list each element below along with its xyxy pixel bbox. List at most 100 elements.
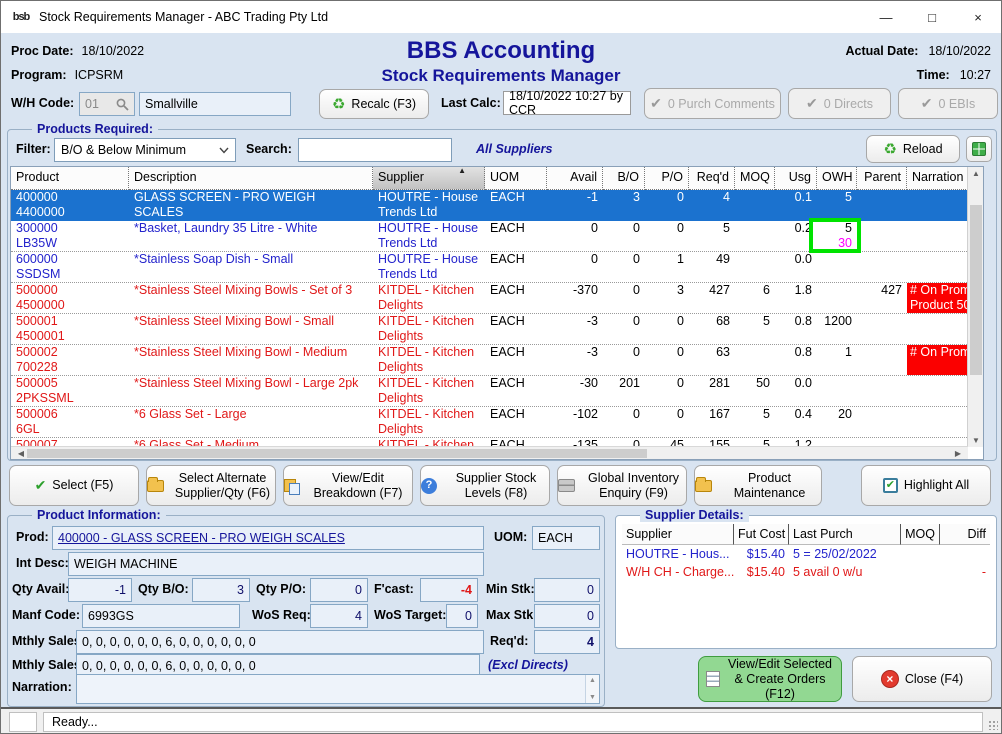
scroll-right-icon[interactable]: ▶ bbox=[950, 449, 966, 458]
mthly-sales-label-1: Mthly Sales: bbox=[12, 634, 85, 648]
reqd-cell: 5 bbox=[689, 221, 735, 251]
col-parent[interactable]: Parent bbox=[857, 167, 907, 190]
col-narration[interactable]: Narration bbox=[907, 167, 968, 190]
alt-supplier-button[interactable]: Select Alternate Supplier/Qty (F6) bbox=[146, 465, 276, 506]
bo-cell: 0 bbox=[603, 283, 645, 313]
highlight-all-button[interactable]: ✔ Highlight All bbox=[861, 465, 991, 506]
product-information-label: Product Information: bbox=[32, 508, 166, 522]
products-required-label: Products Required: bbox=[32, 122, 158, 136]
global-inventory-button[interactable]: Global Inventory Enquiry (F9) bbox=[557, 465, 687, 506]
scroll-down-icon[interactable]: ▼ bbox=[968, 436, 984, 445]
last-calc-label: Last Calc: bbox=[441, 96, 501, 110]
col-avail[interactable]: Avail bbox=[547, 167, 603, 190]
prod-link[interactable]: 400000 - GLASS SCREEN - PRO WEIGH SCALES bbox=[58, 531, 345, 545]
search-lookup-icon[interactable] bbox=[116, 98, 129, 111]
uom-cell: EACH bbox=[485, 314, 547, 344]
wh-code-field[interactable]: 01 bbox=[79, 92, 135, 116]
table-row[interactable]: 5000052PKSSML *Stainless Steel Mixing Bo… bbox=[11, 376, 983, 407]
scroll-down-icon[interactable]: ▼ bbox=[589, 694, 596, 701]
bo-cell: 0 bbox=[603, 314, 645, 344]
col-usg[interactable]: Usg bbox=[775, 167, 817, 190]
close-button[interactable]: × Close (F4) bbox=[852, 656, 992, 702]
filter-select[interactable]: B/O & Below Minimum bbox=[54, 138, 236, 162]
table-row[interactable]: 300000LB35W *Basket, Laundry 35 Litre - … bbox=[11, 221, 983, 252]
create-orders-label: View/Edit Selected & Create Orders (F12) bbox=[726, 657, 834, 702]
actual-date-label: Actual Date: bbox=[846, 39, 919, 63]
sd-supplier-cell: HOUTRE - Hous... bbox=[622, 545, 734, 563]
search-input[interactable] bbox=[298, 138, 452, 162]
horizontal-scrollbar[interactable]: ◀ ▶ bbox=[11, 446, 968, 459]
bo-cell: 0 bbox=[603, 345, 645, 375]
moq-cell bbox=[735, 221, 775, 251]
po-cell: 0 bbox=[645, 407, 689, 437]
col-po[interactable]: P/O bbox=[645, 167, 689, 190]
narration-scrollbar[interactable]: ▲ ▼ bbox=[585, 675, 599, 703]
export-excel-button[interactable] bbox=[966, 136, 992, 162]
col-bo[interactable]: B/O bbox=[603, 167, 645, 190]
table-row[interactable]: 5000014500001 *Stainless Steel Mixing Bo… bbox=[11, 314, 983, 345]
col-description[interactable]: Description bbox=[129, 167, 373, 190]
manf-code-field[interactable]: 6993GS bbox=[82, 604, 240, 628]
check-icon: ✔ bbox=[35, 478, 47, 493]
sd-diff-cell: - bbox=[940, 563, 990, 581]
owh-cell: 1 bbox=[817, 345, 857, 375]
narration-input[interactable]: ▲ ▼ bbox=[76, 674, 600, 704]
supplier-cell: HOUTRE - House Trends Ltd bbox=[373, 252, 485, 282]
prod-field[interactable]: 400000 - GLASS SCREEN - PRO WEIGH SCALES bbox=[52, 526, 484, 550]
app-window: { "window": { "title": "Stock Requiremen… bbox=[0, 0, 1002, 734]
minimize-button[interactable]: — bbox=[863, 1, 909, 33]
table-row[interactable]: 5000066GL *6 Glass Set - Large KITDEL - … bbox=[11, 407, 983, 438]
wos-target-field: 0 bbox=[446, 604, 478, 628]
ebis-button[interactable]: ✔ 0 EBIs bbox=[898, 88, 998, 119]
sd-col-diff: Diff bbox=[940, 524, 990, 545]
view-edit-breakdown-button[interactable]: View/Edit Breakdown (F7) bbox=[283, 465, 413, 506]
create-orders-button[interactable]: View/Edit Selected & Create Orders (F12) bbox=[698, 656, 842, 702]
scroll-up-icon[interactable]: ▲ bbox=[589, 677, 596, 684]
reload-button[interactable]: ♻ Reload bbox=[866, 135, 960, 163]
stop-x-icon: × bbox=[881, 670, 899, 688]
reqd-label: Req'd: bbox=[490, 634, 528, 648]
product-maintenance-label: Product Maintenance bbox=[718, 471, 821, 501]
maximize-button[interactable]: □ bbox=[909, 1, 955, 33]
col-owh[interactable]: OWH bbox=[817, 167, 857, 190]
parent-cell bbox=[857, 221, 907, 251]
supplier-stock-button[interactable]: ? Supplier Stock Levels (F8) bbox=[420, 465, 550, 506]
select-button[interactable]: ✔ Select (F5) bbox=[9, 465, 139, 506]
scroll-up-icon[interactable]: ▲ bbox=[968, 169, 984, 178]
usg-cell: 0.0 bbox=[775, 376, 817, 406]
int-desc-field[interactable]: WEIGH MACHINE bbox=[68, 552, 484, 576]
moq-cell: 6 bbox=[735, 283, 775, 313]
po-cell: 0 bbox=[645, 376, 689, 406]
product-maintenance-button[interactable]: Product Maintenance bbox=[694, 465, 822, 506]
table-row[interactable]: 4000004400000 GLASS SCREEN - PRO WEIGH S… bbox=[11, 190, 983, 221]
close-window-button[interactable]: × bbox=[955, 1, 1001, 33]
table-row[interactable]: 5000004500000 *Stainless Steel Mixing Bo… bbox=[11, 283, 983, 314]
table-row[interactable]: 500002700228 *Stainless Steel Mixing Bow… bbox=[11, 345, 983, 376]
recalc-button[interactable]: ♻ Recalc (F3) bbox=[319, 89, 429, 119]
supplier-row[interactable]: W/H CH - Charge... $15.40 5 avail 0 w/u … bbox=[622, 563, 990, 581]
po-cell: 0 bbox=[645, 190, 689, 221]
sd-col-last-purch: Last Purch bbox=[789, 524, 901, 545]
uom-label: UOM: bbox=[494, 530, 527, 544]
vertical-scrollbar[interactable]: ▲ ▼ bbox=[967, 167, 983, 447]
col-supplier[interactable]: Supplier ▲ bbox=[373, 167, 485, 190]
col-uom[interactable]: UOM bbox=[485, 167, 547, 190]
avail-cell: 0 bbox=[547, 221, 603, 251]
directs-button[interactable]: ✔ 0 Directs bbox=[788, 88, 891, 119]
filter-value: B/O & Below Minimum bbox=[61, 143, 186, 157]
title-bar: bsb Stock Requirements Manager - ABC Tra… bbox=[1, 1, 1001, 33]
table-row[interactable]: 600000SSDSM *Stainless Soap Dish - Small… bbox=[11, 252, 983, 283]
excl-directs-note: (Excl Directs) bbox=[488, 658, 568, 672]
resize-grip-icon[interactable] bbox=[988, 720, 998, 730]
horizontal-scroll-thumb[interactable] bbox=[27, 449, 647, 458]
wh-name-field[interactable]: Smallville bbox=[139, 92, 291, 116]
owh-cell: 1200 bbox=[817, 314, 857, 344]
vertical-scroll-thumb[interactable] bbox=[970, 205, 982, 375]
col-moq[interactable]: MOQ bbox=[735, 167, 775, 190]
usg-cell: 1.8 bbox=[775, 283, 817, 313]
purch-comments-button[interactable]: ✔ 0 Purch Comments bbox=[644, 88, 781, 119]
col-product[interactable]: Product bbox=[11, 167, 129, 190]
col-reqd[interactable]: Req'd bbox=[689, 167, 735, 190]
supplier-row[interactable]: HOUTRE - Hous... $15.40 5 = 25/02/2022 bbox=[622, 545, 990, 563]
recycle-icon: ♻ bbox=[883, 140, 896, 158]
